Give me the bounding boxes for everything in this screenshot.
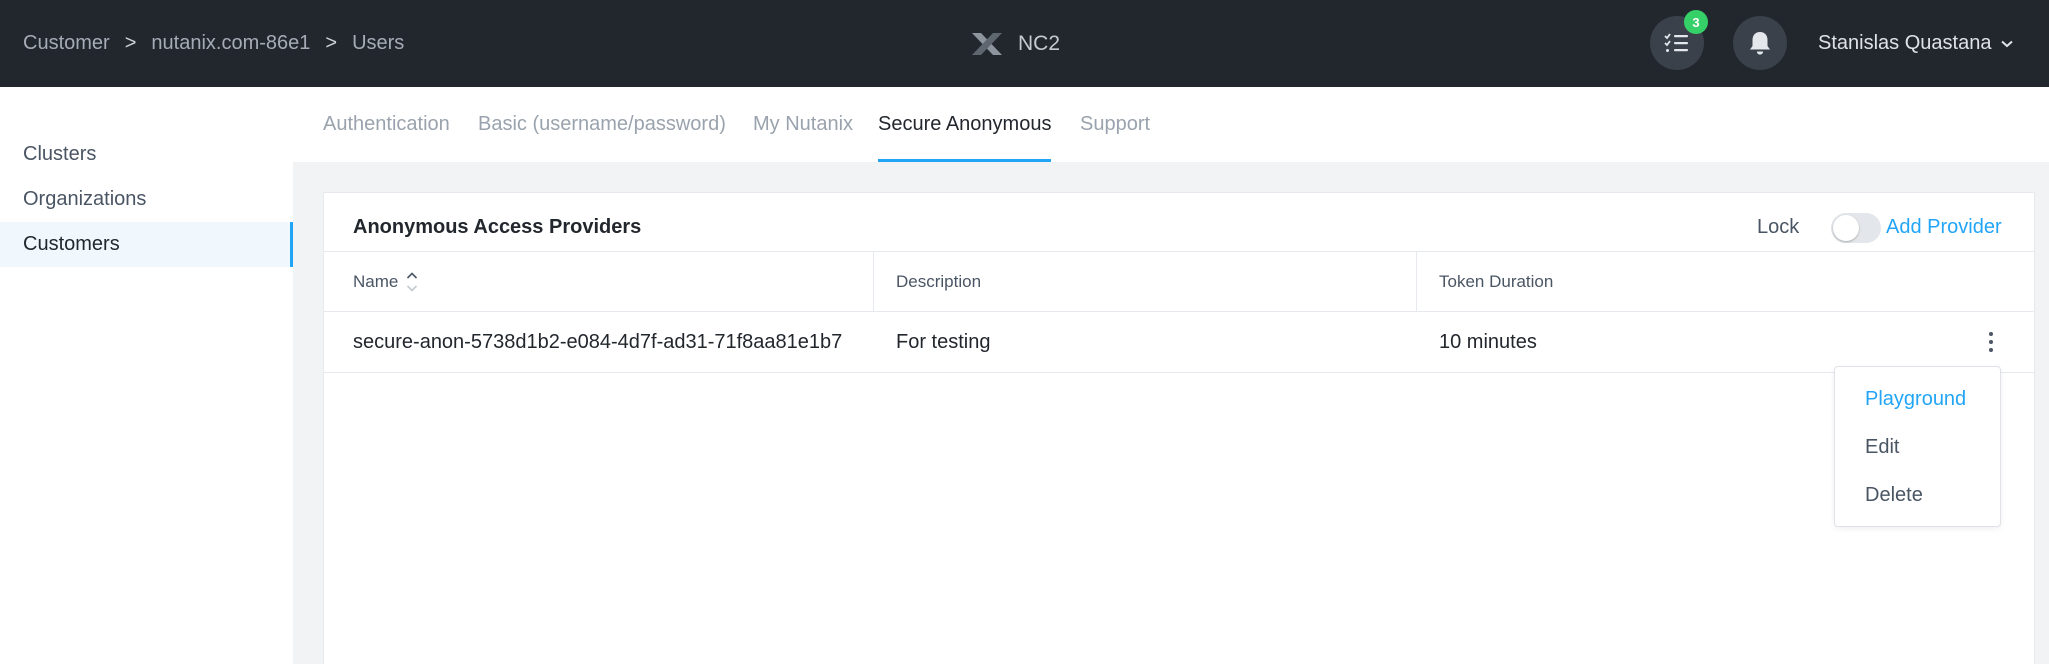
lock-label: Lock bbox=[1757, 215, 1800, 238]
tab-support[interactable]: Support bbox=[1080, 87, 1150, 162]
brand[interactable]: NC2 bbox=[970, 0, 1060, 87]
user-name: Stanislas Quastana bbox=[1818, 32, 1992, 54]
tab-authentication[interactable]: Authentication bbox=[323, 87, 450, 162]
token-duration-cell: 10 minutes bbox=[1439, 330, 1537, 353]
column-header-description: Description bbox=[896, 271, 982, 291]
sidebar-item-organizations[interactable]: Organizations bbox=[0, 177, 293, 222]
column-header-name[interactable]: Name bbox=[353, 252, 418, 311]
task-list-icon bbox=[1664, 33, 1688, 52]
menu-item-edit[interactable]: Edit bbox=[1835, 427, 2000, 467]
table-row[interactable]: secure-anon-5738d1b2-e084-4d7f-ad31-71f8… bbox=[324, 312, 2034, 373]
breadcrumb-current-page: Users bbox=[352, 32, 405, 54]
brand-name: NC2 bbox=[1018, 31, 1061, 55]
chevron-down-icon bbox=[2001, 40, 2014, 47]
auth-tabs: Authentication Basic (username/password)… bbox=[293, 87, 2049, 162]
lock-toggle[interactable] bbox=[1831, 213, 1881, 243]
provider-description-cell: For testing bbox=[896, 330, 991, 353]
notifications-button[interactable] bbox=[1733, 16, 1787, 70]
breadcrumb-separator: > bbox=[325, 32, 338, 54]
breadcrumb-separator: > bbox=[124, 32, 137, 54]
bell-icon bbox=[1750, 32, 1770, 55]
nutanix-x-logo-icon bbox=[972, 32, 1002, 55]
anonymous-providers-card: Anonymous Access Providers Lock Add Prov… bbox=[323, 192, 2035, 664]
menu-item-playground[interactable]: Playground bbox=[1835, 379, 2000, 419]
more-vertical-icon bbox=[1989, 332, 1993, 352]
table-header: Name Description Token Duration bbox=[324, 251, 2034, 312]
top-header: Customer > nutanix.com-86e1 > Users NC2 … bbox=[0, 0, 2049, 87]
breadcrumb: Customer > nutanix.com-86e1 > Users bbox=[23, 0, 404, 87]
breadcrumb-customer-name[interactable]: nutanix.com-86e1 bbox=[151, 32, 310, 55]
add-provider-button[interactable]: Add Provider bbox=[1886, 212, 2002, 242]
column-divider bbox=[1416, 252, 1417, 311]
sidebar-item-clusters[interactable]: Clusters bbox=[0, 132, 293, 177]
user-menu[interactable]: Stanislas Quastana bbox=[1818, 0, 2014, 87]
tab-my-nutanix[interactable]: My Nutanix bbox=[753, 87, 853, 162]
sort-icon[interactable] bbox=[406, 271, 418, 293]
row-actions-menu: Playground Edit Delete bbox=[1834, 366, 2001, 527]
provider-name-cell: secure-anon-5738d1b2-e084-4d7f-ad31-71f8… bbox=[353, 330, 843, 353]
column-header-token-duration: Token Duration bbox=[1439, 271, 1554, 291]
row-actions-button[interactable] bbox=[1979, 328, 2003, 356]
menu-item-delete[interactable]: Delete bbox=[1835, 475, 2000, 515]
tab-basic-username-password[interactable]: Basic (username/password) bbox=[478, 87, 726, 162]
tab-secure-anonymous[interactable]: Secure Anonymous bbox=[878, 87, 1052, 162]
sidebar-item-customers[interactable]: Customers bbox=[0, 222, 293, 267]
column-header-name-label: Name bbox=[353, 271, 399, 291]
column-divider bbox=[873, 252, 874, 311]
breadcrumb-customer[interactable]: Customer bbox=[23, 32, 110, 55]
card-title: Anonymous Access Providers bbox=[353, 215, 642, 238]
tasks-count-badge: 3 bbox=[1684, 10, 1708, 34]
sidebar: Clusters Organizations Customers bbox=[0, 87, 293, 664]
toggle-knob bbox=[1833, 215, 1859, 241]
